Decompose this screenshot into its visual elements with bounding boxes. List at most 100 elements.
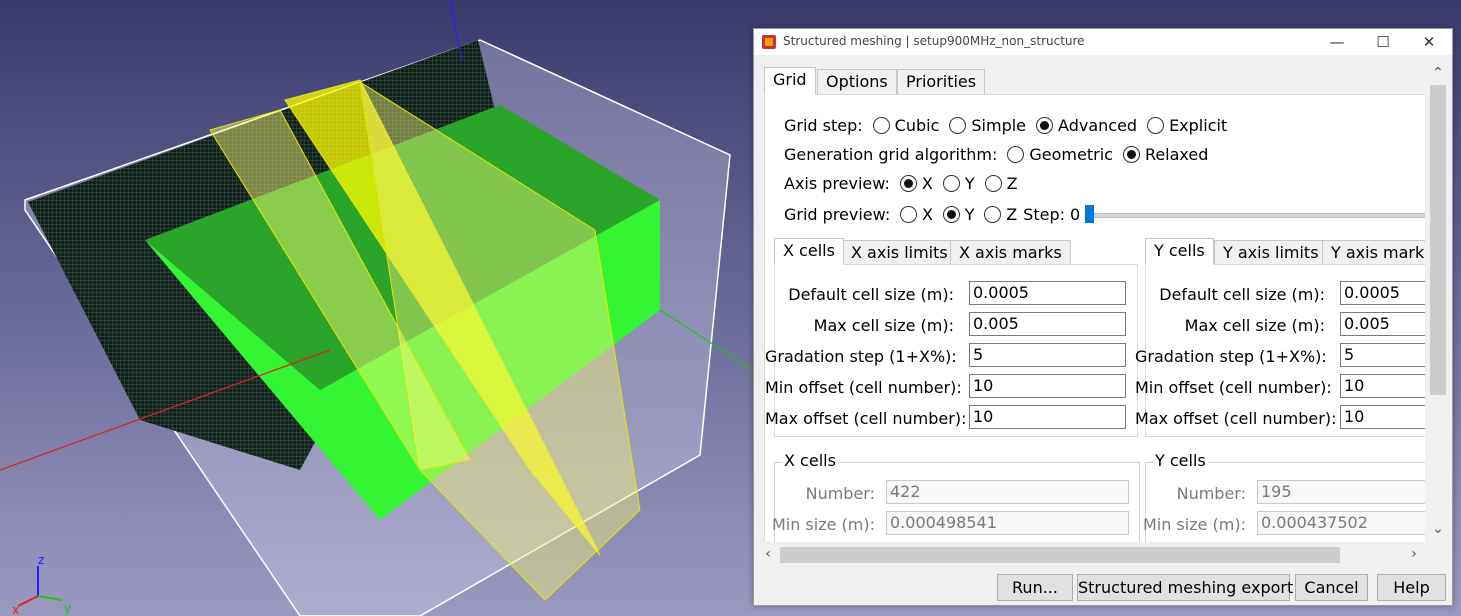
horizontal-scrollbar[interactable]: ‹ › [758, 542, 1425, 568]
x-cells-groupbox [774, 462, 1140, 553]
y-max-offset-input[interactable]: 10 [1340, 405, 1427, 429]
radio-explicit[interactable] [1147, 116, 1165, 134]
title-bar[interactable]: Structured meshing | setup900MHz_non_str… [754, 29, 1452, 55]
axis-preview-label: Axis preview: [784, 173, 890, 193]
close-button[interactable]: ✕ [1406, 29, 1452, 55]
step-value: 0 [1070, 204, 1081, 224]
generation-row: Generation grid algorithm: Geometric Rel… [784, 143, 1208, 165]
x-number-label: Number: [805, 484, 875, 503]
y-min-offset-label: Min offset (cell number): [1135, 378, 1332, 397]
maximize-button[interactable]: ☐ [1360, 29, 1406, 55]
y-cells-group-title: Y cells [1153, 451, 1208, 470]
radio-gridprev-y-label[interactable]: Y [965, 205, 975, 224]
y-gradation-step-label: Gradation step (1+X%): [1135, 347, 1327, 366]
horizontal-scroll-thumb[interactable] [780, 547, 1340, 563]
step-label: Step: [1023, 204, 1065, 224]
run-button[interactable]: Run... [997, 574, 1073, 601]
scroll-up-arrow[interactable]: ⌃ [1425, 65, 1451, 81]
radio-cubic-label[interactable]: Cubic [895, 116, 940, 135]
grid-preview-row: Grid preview: X Y Z Step: 0 [784, 203, 1433, 225]
grid-step-label: Grid step: [784, 115, 863, 135]
radio-axis-y-label[interactable]: Y [965, 174, 975, 193]
x-min-size-value: 0.000498541 [886, 511, 1129, 535]
tab-y-axis-marks[interactable]: Y axis marks [1322, 240, 1442, 265]
generation-label: Generation grid algorithm: [784, 144, 998, 164]
radio-gridprev-y[interactable] [942, 205, 960, 223]
grid-tab-panel: Grid step: Cubic Simple Advanced Explici… [764, 94, 1442, 553]
x-max-offset-label: Max offset (cell number): [765, 409, 967, 428]
structured-meshing-export-button[interactable]: Structured meshing export... [1077, 574, 1309, 601]
grid-step-row: Grid step: Cubic Simple Advanced Explici… [784, 114, 1227, 136]
x-max-cell-size-input[interactable]: 0.005 [969, 312, 1126, 336]
radio-relaxed[interactable] [1122, 145, 1140, 163]
x-default-cell-size-input[interactable]: 0.0005 [969, 281, 1126, 305]
window-title: Structured meshing | setup900MHz_non_str… [783, 34, 1085, 48]
x-gradation-step-input[interactable]: 5 [969, 343, 1126, 367]
x-min-offset-label: Min offset (cell number): [765, 378, 962, 397]
x-default-cell-size-label: Default cell size (m): [788, 285, 954, 304]
help-button[interactable]: Help [1377, 574, 1446, 601]
vertical-scrollbar[interactable]: ⌃ ⌄ [1425, 63, 1451, 542]
scroll-right-arrow[interactable]: › [1406, 546, 1422, 562]
radio-advanced[interactable] [1036, 116, 1054, 134]
radio-axis-x-label[interactable]: X [922, 174, 933, 193]
radio-gridprev-x-label[interactable]: X [922, 205, 933, 224]
radio-geometric-label[interactable]: Geometric [1029, 145, 1113, 164]
radio-relaxed-label[interactable]: Relaxed [1145, 145, 1208, 164]
app-icon [762, 35, 776, 49]
x-number-value: 422 [886, 480, 1129, 504]
y-max-cell-size-label: Max cell size (m): [1184, 316, 1325, 335]
minimize-button[interactable]: — [1314, 29, 1360, 55]
x-min-offset-input[interactable]: 10 [969, 374, 1126, 398]
structured-meshing-dialog: Structured meshing | setup900MHz_non_str… [753, 28, 1453, 606]
radio-advanced-label[interactable]: Advanced [1058, 116, 1137, 135]
axis-preview-row: Axis preview: X Y Z [784, 172, 1018, 194]
radio-cubic[interactable] [872, 116, 890, 134]
radio-axis-x[interactable] [899, 174, 917, 192]
x-gradation-step-label: Gradation step (1+X%): [765, 347, 957, 366]
radio-gridprev-z[interactable] [984, 205, 1002, 223]
scroll-down-arrow[interactable]: ⌄ [1425, 521, 1451, 537]
x-max-cell-size-label: Max cell size (m): [813, 316, 954, 335]
y-default-cell-size-label: Default cell size (m): [1159, 285, 1325, 304]
tab-y-axis-limits[interactable]: Y axis limits [1214, 240, 1328, 265]
triad-x-label: x [12, 603, 19, 616]
vertical-scroll-thumb[interactable] [1430, 85, 1446, 395]
y-default-cell-size-input[interactable]: 0.0005 [1340, 281, 1427, 305]
y-max-offset-label: Max offset (cell number): [1135, 409, 1337, 428]
tab-x-axis-marks[interactable]: X axis marks [950, 240, 1071, 265]
x-max-offset-input[interactable]: 10 [969, 405, 1126, 429]
y-cells-groupbox [1145, 462, 1428, 553]
radio-geometric[interactable] [1007, 145, 1025, 163]
radio-gridprev-z-label[interactable]: Z [1006, 205, 1017, 224]
cancel-button[interactable]: Cancel [1295, 574, 1368, 601]
tab-grid[interactable]: Grid [764, 67, 816, 95]
x-min-size-label: Min size (m): [771, 515, 875, 534]
scroll-left-arrow[interactable]: ‹ [760, 546, 776, 562]
y-max-cell-size-input[interactable]: 0.005 [1340, 312, 1427, 336]
tab-priorities[interactable]: Priorities [897, 69, 986, 95]
y-min-offset-input[interactable]: 10 [1340, 374, 1427, 398]
slider-handle[interactable] [1085, 205, 1095, 223]
radio-gridprev-x[interactable] [900, 205, 917, 223]
step-slider[interactable] [1085, 204, 1433, 224]
tab-x-cells[interactable]: X cells [774, 238, 844, 265]
radio-simple[interactable] [949, 116, 967, 134]
tab-options[interactable]: Options [817, 69, 897, 95]
triad-z-label: z [38, 553, 44, 567]
triad-y-label: y [64, 601, 71, 615]
radio-axis-z-label[interactable]: Z [1007, 174, 1018, 193]
y-number-value: 195 [1257, 480, 1427, 504]
y-number-label: Number: [1176, 484, 1246, 503]
x-cells-group-title: X cells [782, 451, 838, 470]
y-min-size-label: Min size (m): [1142, 515, 1246, 534]
radio-explicit-label[interactable]: Explicit [1169, 116, 1227, 135]
radio-axis-z[interactable] [984, 174, 1002, 192]
tab-x-axis-limits[interactable]: X axis limits [842, 240, 957, 265]
y-gradation-step-input[interactable]: 5 [1340, 343, 1427, 367]
grid-preview-label: Grid preview: [784, 204, 891, 224]
radio-simple-label[interactable]: Simple [971, 116, 1026, 135]
tab-y-cells[interactable]: Y cells [1145, 238, 1214, 265]
y-min-size-value: 0.000437502 [1257, 511, 1427, 535]
radio-axis-y[interactable] [942, 174, 960, 192]
